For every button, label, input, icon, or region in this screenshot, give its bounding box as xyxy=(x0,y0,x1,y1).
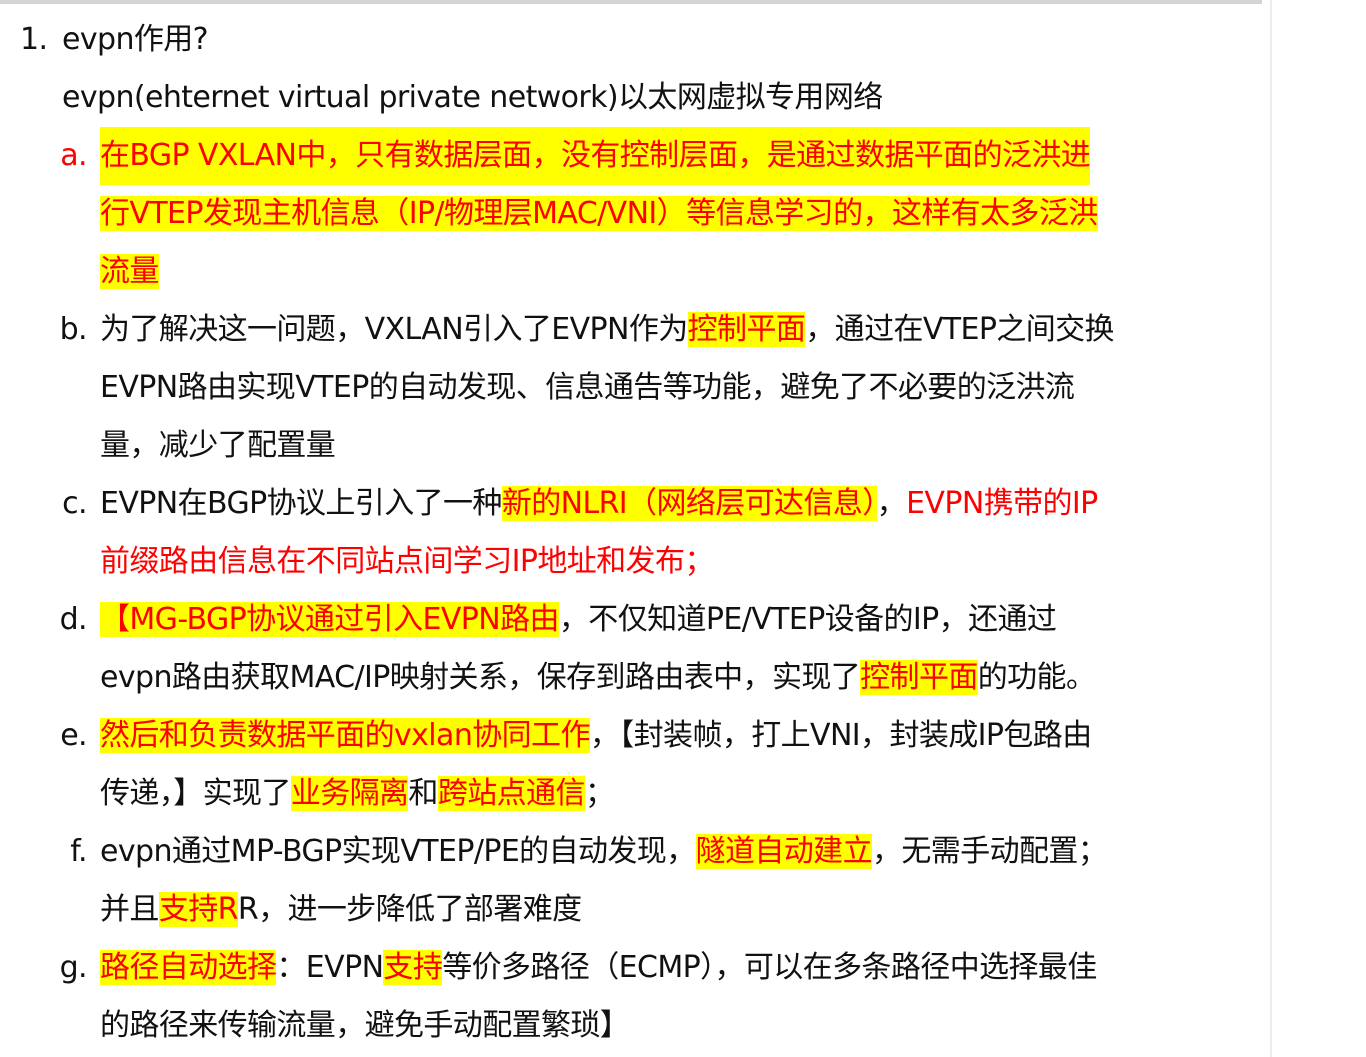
point-e-highlight-isolation: 业务隔离 xyxy=(290,776,409,811)
point-b-line-3: 量，减少了配置量 xyxy=(100,428,336,463)
point-e-highlight-vxlan: 然后和负责数据平面的vxlan协同工作 xyxy=(100,718,590,753)
list-number: 1. xyxy=(20,22,48,57)
point-b-text-1a: 为了解决这一问题，VXLAN引入了EVPN作为 xyxy=(100,312,688,347)
point-g-text-1b: ：EVPN xyxy=(276,950,384,985)
point-c-line-2: 前缀路由信息在不同站点间学习IP地址和发布； xyxy=(100,544,714,579)
point-f-text-1a: evpn通过MP-BGP实现VTEP/PE的自动发现， xyxy=(100,834,696,869)
point-a-text-1: 在BGP VXLAN中，只有数据层面，没有控制层面，是通过数据平面的泛洪进 xyxy=(100,127,1091,185)
point-e-line-2: 传递，】实现了业务隔离和跨站点通信； xyxy=(100,765,615,823)
point-g-line-2: 的路径来传输流量，避免手动配置繁琐】 xyxy=(100,1008,630,1043)
point-e-text-2e: ； xyxy=(584,776,615,811)
point-a-line-3: 流量 xyxy=(100,243,159,301)
point-f-line-2: 并且支持RR，进一步降低了部署难度 xyxy=(100,881,582,939)
point-a-text-3: 流量 xyxy=(100,254,159,289)
point-d-marker: d. xyxy=(59,602,88,637)
point-e-text-2c: 和 xyxy=(408,776,438,811)
point-c-text-1d: EVPN携带的IP xyxy=(906,486,1098,521)
point-c-marker: c. xyxy=(62,486,87,521)
point-d-text-1b: ，不仅知道PE/VTEP设备的IP，还通过 xyxy=(558,602,1057,637)
point-d-text-2c: 的功能。 xyxy=(977,660,1096,695)
point-c-text-1a: EVPN在BGP协议上引入了一种 xyxy=(100,486,502,521)
point-a-line-2: 行VTEP发现主机信息（IP/物理层MAC/VNI）等信息学习的，这样有太多泛洪 xyxy=(100,185,1098,243)
point-d-line-2: evpn路由获取MAC/IP映射关系，保存到路由表中，实现了控制平面的功能。 xyxy=(100,649,1096,707)
point-f-text-1c: ，无需手动配置； xyxy=(871,834,1108,869)
point-c-highlight-nlri: 新的NLRI（网络层可达信息） xyxy=(501,486,877,521)
point-c-text-1c: ， xyxy=(876,486,907,521)
point-g-text-1d: 等价多路径（ECMP），可以在多条路径中选择最佳 xyxy=(442,950,1097,985)
document-body: 1. evpn作用? evpn(ehternet virtual private… xyxy=(0,0,1272,1057)
point-d-text-2a: evpn路由获取MAC/IP映射关系，保存到路由表中，实现了 xyxy=(100,660,861,695)
point-f-text-2c: R，进一步降低了部署难度 xyxy=(237,892,582,927)
point-a-marker: a. xyxy=(60,138,87,173)
point-e-highlight-cross-site: 跨站点通信 xyxy=(437,776,585,811)
point-b-highlight-control-plane: 控制平面 xyxy=(687,312,806,347)
point-f-highlight-rr: 支持R xyxy=(158,892,238,927)
point-g-highlight-path: 路径自动选择 xyxy=(100,950,277,985)
point-f-marker: f. xyxy=(70,834,87,869)
point-b-marker: b. xyxy=(59,312,88,347)
point-e-marker: e. xyxy=(60,718,87,753)
point-g-highlight-support: 支持 xyxy=(383,950,443,985)
point-a-text-2: 行VTEP发现主机信息（IP/物理层MAC/VNI）等信息学习的，这样有太多泛洪 xyxy=(100,196,1098,231)
point-f-highlight-tunnel: 隧道自动建立 xyxy=(695,834,873,869)
question-text: evpn作用? xyxy=(62,22,209,57)
point-e-text-1b: ，【封装帧，打上VNI，封装成IP包路由 xyxy=(589,718,1092,753)
point-d-highlight-mg-bgp: 【MG-BGP协议通过引入EVPN路由 xyxy=(100,602,559,637)
definition-line: evpn(ehternet virtual private network)以太… xyxy=(62,80,883,115)
point-d-highlight-control-plane: 控制平面 xyxy=(860,660,978,695)
point-b-text-1c: ，通过在VTEP之间交换 xyxy=(805,312,1114,347)
point-f-text-2a: 并且 xyxy=(100,892,159,927)
point-e-text-2a: 传递，】实现了 xyxy=(100,776,291,811)
point-b-line-2: EVPN路由实现VTEP的自动发现、信息通告等功能，避免了不必要的泛洪流 xyxy=(100,370,1075,405)
point-g-marker: g. xyxy=(59,950,88,985)
